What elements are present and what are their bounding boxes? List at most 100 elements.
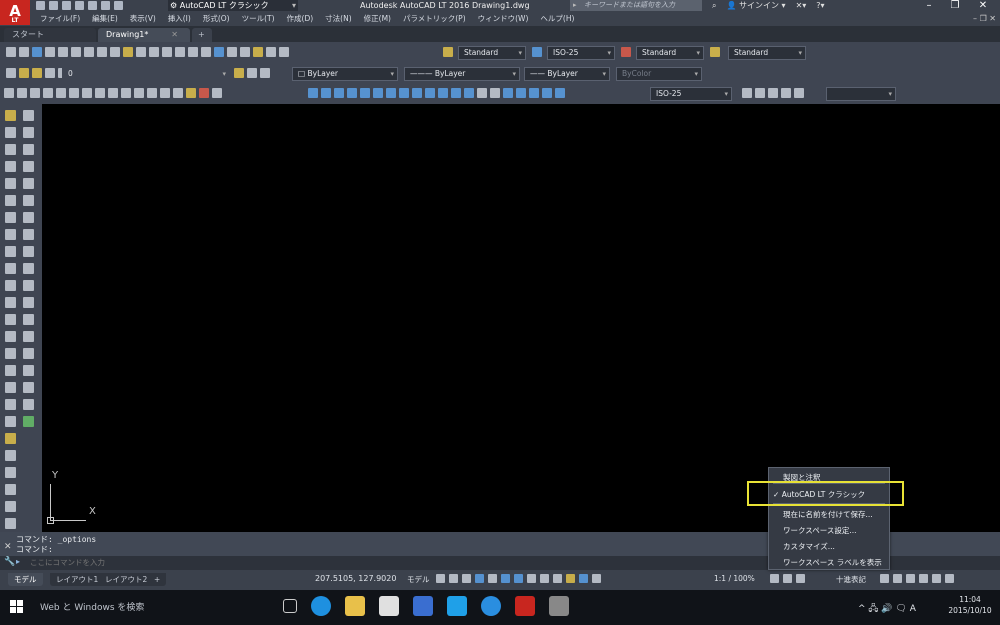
publish-icon[interactable] <box>71 47 81 57</box>
workspace-combo[interactable]: ⚙ AutoCAD LT クラシック ▾ <box>168 0 298 11</box>
layer-previous-icon[interactable] <box>247 68 257 78</box>
break-icon[interactable] <box>23 297 34 308</box>
workspace-menu-item[interactable]: ワークスペース ラベルを表示 <box>783 557 882 568</box>
mtext-icon[interactable] <box>5 416 16 427</box>
otrack-icon[interactable] <box>501 574 510 583</box>
bulb-icon[interactable] <box>19 68 29 78</box>
close-icon[interactable]: ✕ <box>4 542 12 552</box>
new-icon[interactable] <box>36 1 45 10</box>
taskbar-search[interactable]: Web と Windows を検索 <box>40 600 144 613</box>
annotation-scale[interactable]: 1:1 / 100% <box>714 574 755 583</box>
layer-properties-icon[interactable] <box>6 68 16 78</box>
open-icon[interactable] <box>49 1 58 10</box>
table-icon-2[interactable] <box>23 382 34 393</box>
dim-style-icon[interactable] <box>532 47 542 57</box>
dim-baseline-icon[interactable] <box>425 88 435 98</box>
extend-icon[interactable] <box>23 280 34 291</box>
osnap-icon[interactable] <box>514 574 523 583</box>
autocad-icon[interactable] <box>515 596 535 616</box>
rectangle-icon[interactable] <box>5 178 16 189</box>
markup-icon[interactable] <box>253 47 263 57</box>
skype-icon[interactable] <box>447 596 467 616</box>
menu-insert[interactable]: 挿入(I) <box>162 12 197 26</box>
chamfer-icon[interactable] <box>23 331 34 342</box>
quick-properties-icon[interactable] <box>880 574 889 583</box>
multileader-style-combo[interactable]: Standard ▾ <box>728 46 806 60</box>
explorer-icon[interactable] <box>345 596 365 616</box>
dim-radius-icon[interactable] <box>360 88 370 98</box>
table-icon[interactable] <box>5 399 16 410</box>
menu-window[interactable]: ウィンドウ(W) <box>472 12 535 26</box>
tolerance-icon[interactable] <box>477 88 487 98</box>
dim-aligned-icon[interactable] <box>321 88 331 98</box>
close-button[interactable]: ✕ <box>972 0 994 12</box>
qnew-icon[interactable] <box>6 47 16 57</box>
maximize-button[interactable]: ❐ <box>944 0 966 12</box>
menu-draw[interactable]: 作成(D) <box>281 12 320 26</box>
erase-icon[interactable] <box>23 110 34 121</box>
ortho-icon[interactable] <box>462 574 471 583</box>
mirror-icon[interactable] <box>23 144 34 155</box>
table-style-combo[interactable]: Standard ▾ <box>636 46 704 60</box>
layer-combo[interactable]: 0 ▾ <box>62 67 230 81</box>
save-icon[interactable] <box>32 47 42 57</box>
undo-icon[interactable] <box>101 1 110 10</box>
toolpalettes-icon[interactable] <box>240 47 250 57</box>
tool-17-icon[interactable] <box>212 88 222 98</box>
tool-11-icon[interactable] <box>134 88 144 98</box>
lineweight-icon[interactable] <box>527 574 536 583</box>
text-b-icon[interactable] <box>5 484 16 495</box>
center-mark-icon[interactable] <box>490 88 500 98</box>
preview-icon[interactable] <box>58 47 68 57</box>
auto-scale-icon[interactable] <box>579 574 588 583</box>
recent-commands-icon[interactable]: ▸ <box>16 557 20 566</box>
inspection-icon[interactable] <box>503 88 513 98</box>
extra-3-icon[interactable] <box>768 88 778 98</box>
make-current-icon[interactable] <box>234 68 244 78</box>
open-icon[interactable] <box>19 47 29 57</box>
matchprop-icon[interactable] <box>123 47 133 57</box>
paint-icon[interactable] <box>549 596 569 616</box>
tab-model[interactable]: モデル <box>8 573 43 586</box>
paste-icon[interactable] <box>110 47 120 57</box>
text-style-combo[interactable]: Standard ▾ <box>458 46 526 60</box>
windows-start-icon[interactable] <box>10 600 24 614</box>
dim-linear-icon[interactable] <box>308 88 318 98</box>
dim-style-combo[interactable]: ISO-25 ▾ <box>547 46 615 60</box>
dim-style-combo-2[interactable]: ISO-25 ▾ <box>650 87 732 101</box>
circle-icon[interactable] <box>5 212 16 223</box>
minimize-button[interactable]: – <box>918 0 940 12</box>
ime-indicator[interactable]: A <box>910 604 916 614</box>
empty-combo[interactable]: ▾ <box>826 87 896 101</box>
isolate-objects-icon[interactable] <box>906 574 915 583</box>
menu-tools[interactable]: ツール(T) <box>236 12 281 26</box>
chevron-up-icon[interactable]: ^ <box>858 604 866 614</box>
dim-space-icon[interactable] <box>451 88 461 98</box>
table-style-icon[interactable] <box>621 47 631 57</box>
tool-14-icon[interactable] <box>173 88 183 98</box>
array-icon[interactable] <box>23 178 34 189</box>
ie-icon[interactable] <box>481 596 501 616</box>
polygon-icon[interactable] <box>5 161 16 172</box>
tool-7-icon[interactable] <box>82 88 92 98</box>
move-icon[interactable] <box>23 195 34 206</box>
dim-ordinate-icon[interactable] <box>347 88 357 98</box>
hardware-accel-icon[interactable] <box>919 574 928 583</box>
annotation-scale-icon[interactable] <box>592 574 601 583</box>
tool-10-icon[interactable] <box>121 88 131 98</box>
tool-5-icon[interactable] <box>56 88 66 98</box>
dim-continue-icon[interactable] <box>438 88 448 98</box>
workspace-menu-item[interactable]: カスタマイズ... <box>783 541 835 552</box>
task-view-icon[interactable] <box>283 599 297 613</box>
text-icon[interactable] <box>5 433 16 444</box>
properties-icon[interactable] <box>214 47 224 57</box>
saveas-icon[interactable] <box>75 1 84 10</box>
dim-update-icon[interactable] <box>555 88 565 98</box>
coordinates-readout[interactable]: 207.5105, 127.9020 <box>315 574 396 583</box>
arc-icon[interactable] <box>5 195 16 206</box>
menu-edit[interactable]: 編集(E) <box>86 12 124 26</box>
zoom-previous-icon[interactable] <box>201 47 211 57</box>
tool-2-icon[interactable] <box>17 88 27 98</box>
network-icon[interactable]: 🖧 <box>868 604 878 614</box>
units-display[interactable]: 十進表記 <box>836 574 866 585</box>
